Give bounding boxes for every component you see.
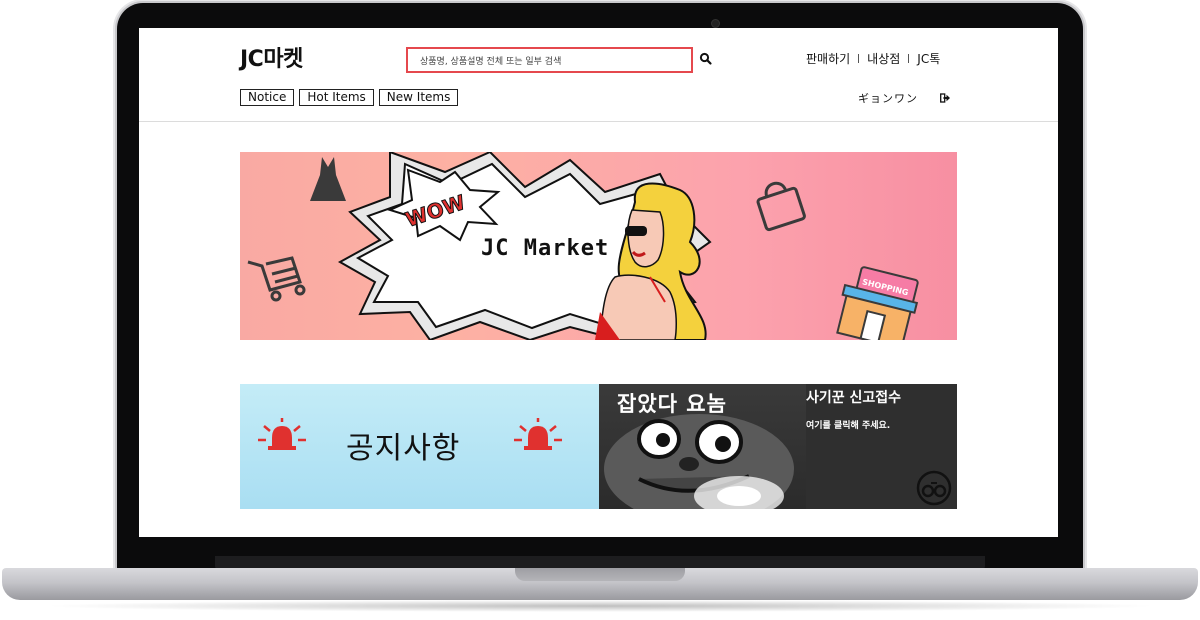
search-input[interactable] bbox=[408, 51, 680, 73]
link-jc-talk[interactable]: JC톡 bbox=[917, 50, 940, 67]
cart-icon bbox=[247, 256, 306, 302]
notice-label: 공지사항 bbox=[346, 431, 461, 466]
tab-notice[interactable]: Notice bbox=[240, 89, 295, 106]
laptop-notch bbox=[515, 568, 685, 581]
divider bbox=[908, 54, 910, 63]
handcuffs-icon bbox=[916, 470, 952, 506]
top-links: 판매하기 내상점 JC톡 bbox=[806, 50, 940, 67]
divider bbox=[858, 54, 860, 63]
site-logo[interactable]: JC마켓 bbox=[240, 41, 303, 73]
siren-icon bbox=[514, 418, 562, 450]
scam-headline: 잡았다 요놈 bbox=[617, 392, 727, 416]
camera bbox=[712, 20, 719, 27]
link-my-shop[interactable]: 내상점 bbox=[867, 50, 900, 67]
logout-icon[interactable] bbox=[940, 93, 950, 103]
siren-icon bbox=[258, 418, 306, 450]
shopping-bag-icon bbox=[756, 181, 806, 232]
nav-tabs: Notice Hot Items New Items bbox=[240, 89, 459, 106]
laptop-shadow bbox=[40, 600, 1160, 612]
report-banner[interactable]: 사기꾼 신고접수 여기를 클릭해 주세요. bbox=[806, 384, 957, 509]
tab-hot-items[interactable]: Hot Items bbox=[299, 89, 374, 106]
dress-icon bbox=[310, 157, 346, 201]
shop-icon: SHOPPING bbox=[836, 266, 919, 340]
notice-banner[interactable]: 공지사항 bbox=[240, 384, 599, 509]
link-sell[interactable]: 판매하기 bbox=[806, 50, 850, 67]
hero-banner[interactable]: WOW SHOPPING JC Market bbox=[240, 152, 957, 340]
hero-title: JC Market bbox=[481, 236, 610, 261]
search-box bbox=[406, 47, 693, 73]
laptop-screen: JC마켓 판매하기 내상점 JC톡 Notice Hot Items New I… bbox=[139, 28, 1058, 537]
tab-new-items[interactable]: New Items bbox=[378, 89, 459, 106]
user-name: ギョンワン bbox=[858, 92, 918, 105]
report-title: 사기꾼 신고접수 bbox=[806, 390, 902, 406]
search-icon[interactable] bbox=[699, 52, 713, 66]
report-subtitle: 여기를 클릭해 주세요. bbox=[806, 421, 891, 431]
scam-cartoon-banner[interactable]: 잡았다 요놈 bbox=[599, 384, 806, 509]
site-header: JC마켓 판매하기 내상점 JC톡 Notice Hot Items New I… bbox=[139, 28, 1058, 122]
